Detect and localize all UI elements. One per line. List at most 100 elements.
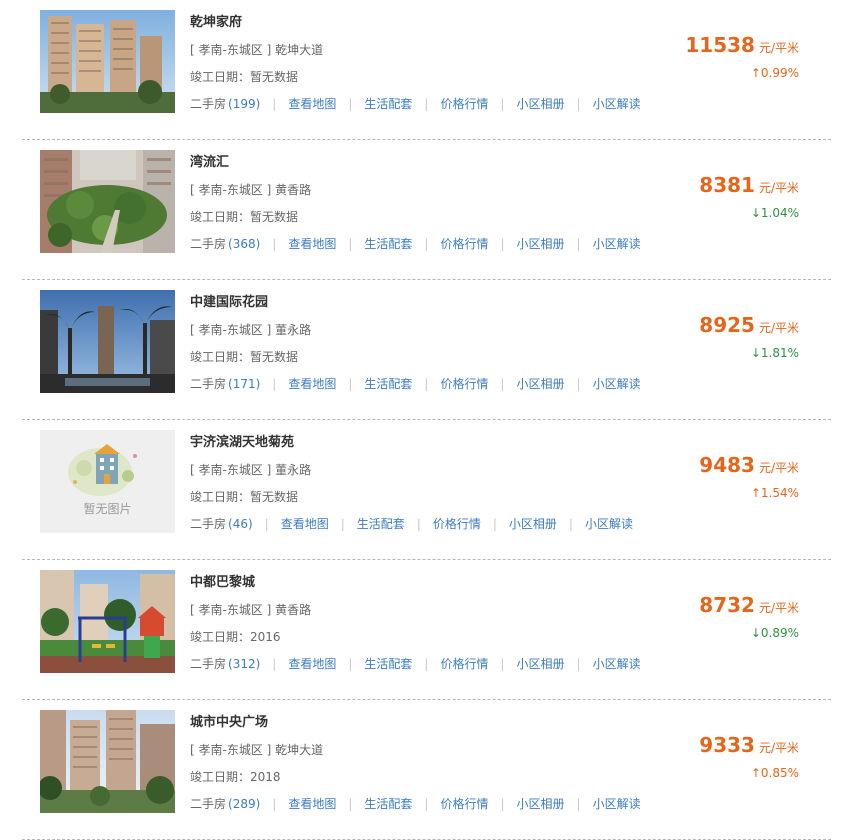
separator: | xyxy=(272,96,277,111)
life-facilities-link[interactable]: 生活配套 xyxy=(364,95,412,112)
district-label[interactable]: [ 孝南-东城区 ] xyxy=(190,463,271,477)
separator: | xyxy=(340,516,345,531)
view-map-link[interactable]: 查看地图 xyxy=(288,795,336,812)
completion-date: 竣工日期：2018 xyxy=(190,770,281,784)
community-address: [ 孝南-东城区 ] 乾坤大道 xyxy=(190,741,323,758)
resale-label[interactable]: 二手房 xyxy=(190,95,226,112)
price-trend-link[interactable]: 价格行情 xyxy=(440,375,488,392)
community-name[interactable]: 湾流汇 xyxy=(190,151,229,170)
district-label[interactable]: [ 孝南-东城区 ] xyxy=(190,603,271,617)
completion-date: 竣工日期：2016 xyxy=(190,630,281,644)
separator: | xyxy=(576,376,581,391)
road-label: 董永路 xyxy=(275,323,312,337)
price-change: ↑0.99% xyxy=(750,66,799,80)
palm-pool-photo[interactable] xyxy=(40,290,175,393)
resale-label[interactable]: 二手房 xyxy=(190,655,226,672)
separator: | xyxy=(416,516,421,531)
life-facilities-link[interactable]: 生活配套 xyxy=(364,795,412,812)
album-link[interactable]: 小区相册 xyxy=(517,95,565,112)
price-trend-link[interactable]: 价格行情 xyxy=(440,655,488,672)
list-item: 中建国际花园 [ 孝南-东城区 ] 董永路 竣工日期：暂无数据 二手房 (171… xyxy=(22,280,831,420)
view-map-link[interactable]: 查看地图 xyxy=(288,655,336,672)
price-unit: 元/平米 xyxy=(758,181,799,195)
separator: | xyxy=(272,236,277,251)
separator: | xyxy=(500,656,505,671)
separator: | xyxy=(424,96,429,111)
community-name[interactable]: 中都巴黎城 xyxy=(190,571,255,590)
price-change: ↑1.54% xyxy=(750,486,799,500)
unit-price: 11538 元/平米 xyxy=(685,33,799,57)
resale-label[interactable]: 二手房 xyxy=(190,515,226,532)
resale-label[interactable]: 二手房 xyxy=(190,235,226,252)
tall-towers-photo[interactable] xyxy=(40,10,175,113)
price-trend-link[interactable]: 价格行情 xyxy=(440,235,488,252)
separator: | xyxy=(272,376,277,391)
life-facilities-link[interactable]: 生活配套 xyxy=(364,375,412,392)
price-unit: 元/平米 xyxy=(758,741,799,755)
interpret-link[interactable]: 小区解读 xyxy=(593,795,641,812)
separator: | xyxy=(264,516,269,531)
separator: | xyxy=(500,236,505,251)
completion-date: 竣工日期：暂无数据 xyxy=(190,210,299,224)
action-links: 二手房 (46) | 查看地图 | 生活配套 | 价格行情 | 小区相册 | 小… xyxy=(190,515,633,532)
district-label[interactable]: [ 孝南-东城区 ] xyxy=(190,323,271,337)
resale-count-link[interactable]: (368) xyxy=(228,237,260,251)
price-trend-link[interactable]: 价格行情 xyxy=(440,795,488,812)
album-link[interactable]: 小区相册 xyxy=(509,515,557,532)
separator: | xyxy=(576,656,581,671)
price-trend-link[interactable]: 价格行情 xyxy=(433,515,481,532)
community-name[interactable]: 城市中央广场 xyxy=(190,711,268,730)
district-label[interactable]: [ 孝南-东城区 ] xyxy=(190,43,271,57)
view-map-link[interactable]: 查看地图 xyxy=(288,375,336,392)
district-label[interactable]: [ 孝南-东城区 ] xyxy=(190,743,271,757)
price-unit: 元/平米 xyxy=(758,321,799,335)
price-value: 9483 xyxy=(699,453,755,477)
price-value: 9333 xyxy=(699,733,755,757)
unit-price: 8381 元/平米 xyxy=(699,173,799,197)
community-name[interactable]: 宇济滨湖天地菊苑 xyxy=(190,431,294,450)
resale-count-link[interactable]: (199) xyxy=(228,97,260,111)
community-name[interactable]: 乾坤家府 xyxy=(190,11,242,30)
interpret-link[interactable]: 小区解读 xyxy=(585,515,633,532)
price-trend-link[interactable]: 价格行情 xyxy=(440,95,488,112)
price-value: 8925 xyxy=(699,313,755,337)
no-photo-label: 暂无图片 xyxy=(83,502,132,516)
life-facilities-link[interactable]: 生活配套 xyxy=(364,655,412,672)
life-facilities-link[interactable]: 生活配套 xyxy=(364,235,412,252)
resale-count-link[interactable]: (312) xyxy=(228,657,260,671)
view-map-link[interactable]: 查看地图 xyxy=(288,95,336,112)
list-item: 中都巴黎城 [ 孝南-东城区 ] 黄香路 竣工日期：2016 二手房 (312)… xyxy=(22,560,831,700)
separator: | xyxy=(576,236,581,251)
separator: | xyxy=(348,236,353,251)
album-link[interactable]: 小区相册 xyxy=(517,655,565,672)
resale-count-link[interactable]: (289) xyxy=(228,797,260,811)
courtyard-garden-photo[interactable] xyxy=(40,150,175,253)
interpret-link[interactable]: 小区解读 xyxy=(593,235,641,252)
resale-label[interactable]: 二手房 xyxy=(190,795,226,812)
interpret-link[interactable]: 小区解读 xyxy=(593,95,641,112)
unit-price: 8732 元/平米 xyxy=(699,593,799,617)
view-map-link[interactable]: 查看地图 xyxy=(288,235,336,252)
separator: | xyxy=(424,236,429,251)
resale-count-link[interactable]: (46) xyxy=(228,517,253,531)
action-links: 二手房 (171) | 查看地图 | 生活配套 | 价格行情 | 小区相册 | … xyxy=(190,375,641,392)
interpret-link[interactable]: 小区解读 xyxy=(593,655,641,672)
community-address: [ 孝南-东城区 ] 乾坤大道 xyxy=(190,41,323,58)
community-name[interactable]: 中建国际花园 xyxy=(190,291,268,310)
completion-date: 竣工日期：暂无数据 xyxy=(190,490,299,504)
album-link[interactable]: 小区相册 xyxy=(517,375,565,392)
resale-count-link[interactable]: (171) xyxy=(228,377,260,391)
album-link[interactable]: 小区相册 xyxy=(517,235,565,252)
road-label: 黄香路 xyxy=(275,603,312,617)
album-link[interactable]: 小区相册 xyxy=(517,795,565,812)
district-label[interactable]: [ 孝南-东城区 ] xyxy=(190,183,271,197)
resale-label[interactable]: 二手房 xyxy=(190,375,226,392)
playground-photo[interactable] xyxy=(40,570,175,673)
street-towers-photo[interactable] xyxy=(40,710,175,813)
life-facilities-link[interactable]: 生活配套 xyxy=(357,515,405,532)
interpret-link[interactable]: 小区解读 xyxy=(593,375,641,392)
view-map-link[interactable]: 查看地图 xyxy=(281,515,329,532)
no-photo-placeholder[interactable]: 暂无图片 xyxy=(40,430,175,533)
road-label: 董永路 xyxy=(275,463,312,477)
community-address: [ 孝南-东城区 ] 黄香路 xyxy=(190,181,311,198)
